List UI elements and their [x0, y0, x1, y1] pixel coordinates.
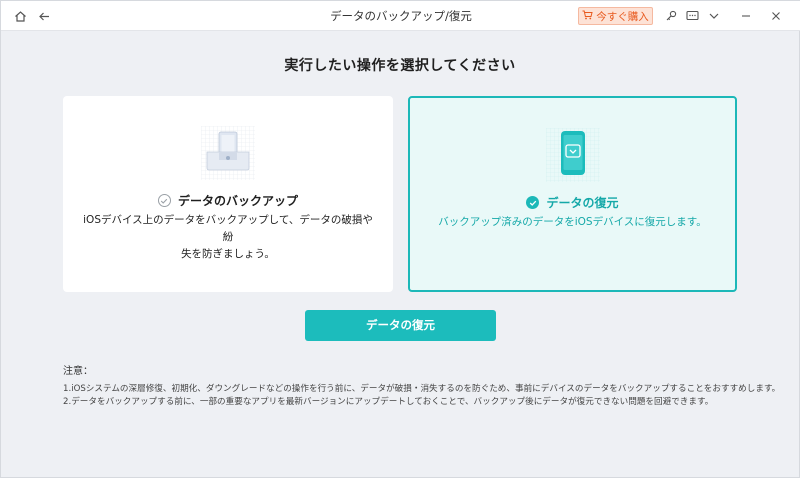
note-item-1: 1.iOSシステムの深層修復、初期化、ダウングレードなどの操作を行う前に、データ… — [63, 384, 781, 394]
note-item-2: 2.データをバックアップする前に、一部の重要なアプリを最新バージョンにアップデー… — [63, 397, 714, 407]
phone-restore-icon — [542, 124, 604, 186]
titlebar: データのバックアップ/復元 今すぐ購入 — [1, 1, 800, 31]
page-heading: 実行したい操作を選択してください — [284, 58, 516, 74]
restore-option-description: バックアップ済みのデータをiOSデバイスに復元します。 — [430, 214, 715, 231]
backup-desc-line-2: 失を防ぎましょう。 — [181, 248, 275, 260]
key-icon[interactable] — [662, 7, 680, 25]
app-window: データのバックアップ/復元 今すぐ購入 実行したい操作を選択してください データ… — [0, 0, 800, 478]
cart-icon — [582, 10, 593, 23]
backup-option-label: データのバックアップ — [177, 194, 298, 208]
backup-desc-line-1: iOSデバイス上のデータをバックアップして、データの破損や紛 — [83, 214, 373, 243]
minimize-icon[interactable] — [737, 7, 755, 25]
buy-now-label: 今すぐ購入 — [596, 10, 649, 23]
ipad-dock-icon — [197, 122, 259, 184]
restore-desc-line-1: バックアップ済みのデータをiOSデバイスに復元します。 — [438, 216, 707, 228]
feedback-icon[interactable] — [683, 7, 701, 25]
chevron-down-icon[interactable] — [705, 7, 723, 25]
backup-option-card[interactable]: データのバックアップ iOSデバイス上のデータをバックアップして、データの破損や… — [63, 96, 393, 292]
backup-option-description: iOSデバイス上のデータをバックアップして、データの破損や紛 失を防ぎましょう。 — [83, 212, 373, 263]
restore-data-button[interactable]: データの復元 — [305, 310, 496, 341]
check-icon — [157, 194, 171, 207]
close-icon[interactable] — [767, 7, 785, 25]
notes-title: 注意： — [63, 366, 93, 377]
home-icon[interactable] — [11, 7, 29, 25]
check-icon — [526, 196, 540, 209]
restore-option-label-row: データの復元 — [410, 194, 735, 211]
restore-option-card[interactable]: データの復元 バックアップ済みのデータをiOSデバイスに復元します。 — [408, 96, 737, 292]
window-title: データのバックアップ/復元 — [330, 9, 472, 23]
restore-option-label: データの復元 — [546, 196, 619, 210]
backup-option-label-row: データのバックアップ — [63, 192, 393, 209]
notes-section: 注意： 1.iOSシステムの深層修復、初期化、ダウングレードなどの操作を行う前に… — [63, 365, 783, 409]
back-arrow-icon[interactable] — [35, 7, 53, 25]
buy-now-button[interactable]: 今すぐ購入 — [578, 7, 653, 25]
